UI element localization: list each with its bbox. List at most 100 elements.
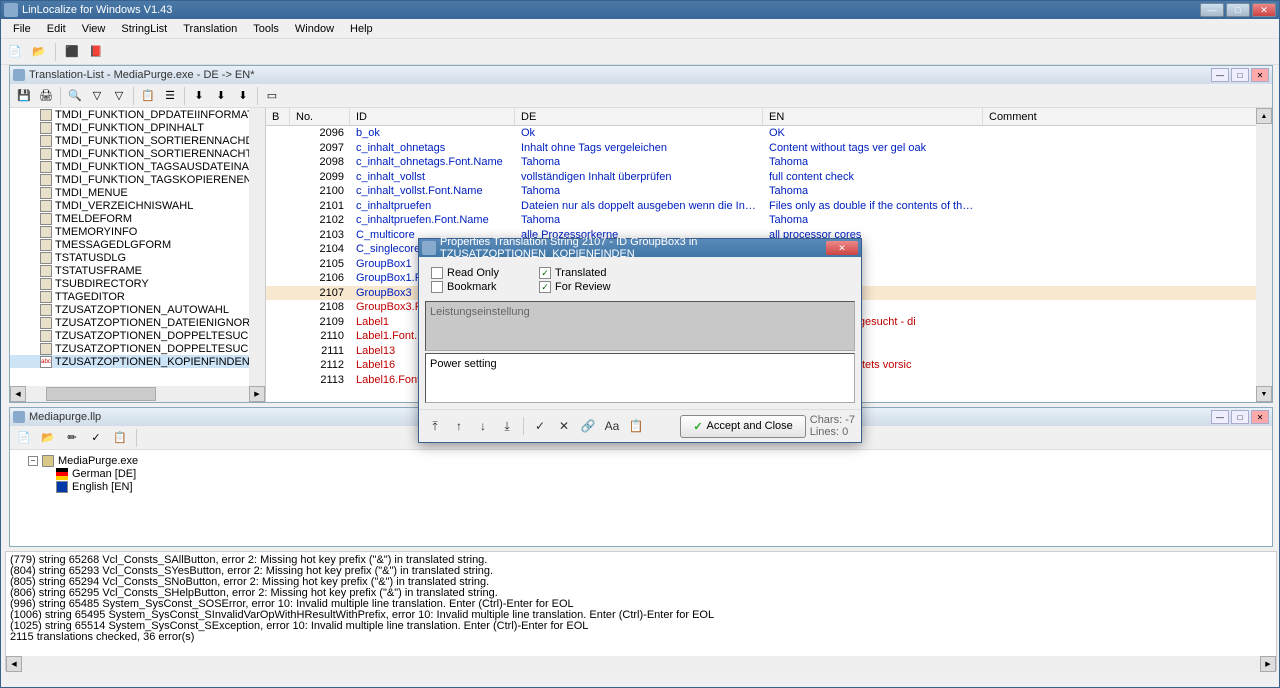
scroll-up-icon[interactable]: ▲ bbox=[1256, 108, 1272, 124]
project-minimize-button[interactable]: — bbox=[1211, 410, 1229, 424]
find-icon[interactable]: 🔍 bbox=[65, 86, 85, 106]
open-file-icon[interactable]: 📂 bbox=[29, 42, 49, 62]
tree-item[interactable]: TMDI_FUNKTION_DPDATEIINFORMATIONEN bbox=[10, 108, 249, 121]
column-header-id[interactable]: ID bbox=[350, 108, 515, 125]
translate3-icon[interactable]: ⬇ bbox=[233, 86, 253, 106]
target-text-area[interactable]: Power setting bbox=[425, 353, 855, 403]
doc-minimize-button[interactable]: — bbox=[1211, 68, 1229, 82]
scroll-left-icon[interactable]: ◀ bbox=[10, 386, 26, 402]
tree-item[interactable]: TZUSATZOPTIONEN_DOPPELTESUCHENAEHNLIC bbox=[10, 329, 249, 342]
proj-edit-icon[interactable]: ✏ bbox=[62, 428, 82, 448]
proj-new-icon[interactable]: 📄 bbox=[14, 428, 34, 448]
log-horizontal-scrollbar[interactable]: ◀ ▶ bbox=[6, 656, 1276, 672]
bookmark-checkbox[interactable] bbox=[431, 281, 443, 293]
filter2-icon[interactable]: ▽ bbox=[109, 86, 129, 106]
check-icon[interactable]: ✓ bbox=[530, 416, 550, 436]
move-first-icon[interactable]: ⤒ bbox=[425, 416, 445, 436]
scroll-right-icon[interactable]: ▶ bbox=[1260, 656, 1276, 672]
tree-item[interactable]: TMDI_FUNKTION_DPINHALT bbox=[10, 121, 249, 134]
column-header-de[interactable]: DE bbox=[515, 108, 763, 125]
tree-item[interactable]: TMDI_FUNKTION_SORTIERENNACHTAGS bbox=[10, 147, 249, 160]
minimize-button[interactable]: — bbox=[1200, 3, 1224, 17]
tree-item[interactable]: TSTATUSFRAME bbox=[10, 264, 249, 277]
tree-item[interactable]: TMDI_FUNKTION_TAGSKOPIERENENTFERNEN bbox=[10, 173, 249, 186]
project-lang-item[interactable]: English [EN] bbox=[14, 480, 1268, 493]
tree-item[interactable]: TTAGEDITOR bbox=[10, 290, 249, 303]
proj-open-icon[interactable]: 📂 bbox=[38, 428, 58, 448]
project-root-item[interactable]: − MediaPurge.exe bbox=[14, 454, 1268, 467]
table-row[interactable]: 2102c_inhaltpruefen.Font.NameTahomaTahom… bbox=[266, 213, 1272, 228]
forreview-checkbox-row[interactable]: ✓ For Review bbox=[539, 281, 611, 293]
tree-item[interactable]: abcTZUSATZOPTIONEN_KOPIENFINDEN bbox=[10, 355, 249, 368]
case-icon[interactable]: Aa bbox=[602, 416, 622, 436]
scroll-down-icon[interactable]: ▼ bbox=[1256, 386, 1272, 402]
tree-item[interactable]: TSUBDIRECTORY bbox=[10, 277, 249, 290]
table-vertical-scrollbar[interactable]: ▲ ▼ bbox=[1256, 108, 1272, 402]
copy-icon[interactable]: 📋 bbox=[138, 86, 158, 106]
menu-help[interactable]: Help bbox=[342, 21, 381, 37]
table-row[interactable]: 2100c_inhalt_vollst.Font.NameTahomaTahom… bbox=[266, 184, 1272, 199]
project-close-button[interactable]: ✕ bbox=[1251, 410, 1269, 424]
move-up-icon[interactable]: ↑ bbox=[449, 416, 469, 436]
accept-and-close-button[interactable]: ✓ Accept and Close bbox=[680, 415, 805, 438]
menu-stringlist[interactable]: StringList bbox=[113, 21, 175, 37]
new-file-icon[interactable]: 📄 bbox=[5, 42, 25, 62]
tree-item[interactable]: TMEMORYINFO bbox=[10, 225, 249, 238]
exe-icon[interactable]: ⬛ bbox=[62, 42, 82, 62]
column-header-en[interactable]: EN bbox=[763, 108, 983, 125]
close-button[interactable]: ✕ bbox=[1252, 3, 1276, 17]
cancel-icon[interactable]: ✕ bbox=[554, 416, 574, 436]
tree-item[interactable]: TMDI_VERZEICHNISWAHL bbox=[10, 199, 249, 212]
dialog-close-button[interactable]: ✕ bbox=[826, 241, 858, 255]
table-row[interactable]: 2096b_okOkOK bbox=[266, 126, 1272, 141]
scrollbar-thumb[interactable] bbox=[46, 387, 156, 401]
maximize-button[interactable]: □ bbox=[1226, 3, 1250, 17]
scroll-left-icon[interactable]: ◀ bbox=[6, 656, 22, 672]
readonly-checkbox[interactable] bbox=[431, 267, 443, 279]
expand-icon[interactable]: − bbox=[28, 456, 38, 466]
table-row[interactable]: 2101c_inhaltpruefenDateien nur als doppe… bbox=[266, 199, 1272, 214]
translated-checkbox-row[interactable]: ✓ Translated bbox=[539, 267, 611, 279]
tree-item[interactable]: TMDI_FUNKTION_TAGSAUSDATEINAMEN bbox=[10, 160, 249, 173]
filter-icon[interactable]: ▽ bbox=[87, 86, 107, 106]
table-row[interactable]: 2099c_inhalt_vollstvollständigen Inhalt … bbox=[266, 170, 1272, 185]
link-icon[interactable]: 🔗 bbox=[578, 416, 598, 436]
doc-close-button[interactable]: ✕ bbox=[1251, 68, 1269, 82]
tree-horizontal-scrollbar[interactable]: ◀ ▶ bbox=[10, 386, 265, 402]
move-down-icon[interactable]: ↓ bbox=[473, 416, 493, 436]
tree-vertical-scrollbar[interactable] bbox=[249, 108, 265, 386]
clipboard-icon[interactable]: 📋 bbox=[626, 416, 646, 436]
tree-item[interactable]: TMDI_FUNKTION_SORTIERENNACHDATEINAMEN bbox=[10, 134, 249, 147]
project-tree[interactable]: − MediaPurge.exe German [DE]English [EN] bbox=[10, 450, 1272, 497]
column-header-comment[interactable]: Comment bbox=[983, 108, 1272, 125]
menu-window[interactable]: Window bbox=[287, 21, 342, 37]
list-icon[interactable]: ☰ bbox=[160, 86, 180, 106]
tree-item[interactable]: TZUSATZOPTIONEN_DATEIENIGNORIEREN bbox=[10, 316, 249, 329]
menu-edit[interactable]: Edit bbox=[39, 21, 74, 37]
menu-file[interactable]: File bbox=[5, 21, 39, 37]
table-row[interactable]: 2098c_inhalt_ohnetags.Font.NameTahomaTah… bbox=[266, 155, 1272, 170]
doc-maximize-button[interactable]: □ bbox=[1231, 68, 1249, 82]
scroll-right-icon[interactable]: ▶ bbox=[249, 386, 265, 402]
column-header-b[interactable]: B bbox=[266, 108, 290, 125]
bookmark-checkbox-row[interactable]: Bookmark bbox=[431, 281, 499, 293]
tree-item[interactable]: TZUSATZOPTIONEN_DOPPELTESUCHENAFP bbox=[10, 342, 249, 355]
forreview-checkbox[interactable]: ✓ bbox=[539, 281, 551, 293]
tree-item[interactable]: TSTATUSDLG bbox=[10, 251, 249, 264]
tree-list[interactable]: TMDI_FUNKTION_DPDATEIINFORMATIONENTMDI_F… bbox=[10, 108, 249, 368]
menu-translation[interactable]: Translation bbox=[175, 21, 245, 37]
translate2-icon[interactable]: ⬇ bbox=[211, 86, 231, 106]
tree-item[interactable]: TMELDEFORM bbox=[10, 212, 249, 225]
project-lang-item[interactable]: German [DE] bbox=[14, 467, 1268, 480]
column-header-no[interactable]: No. bbox=[290, 108, 350, 125]
move-last-icon[interactable]: ⤓ bbox=[497, 416, 517, 436]
project-maximize-button[interactable]: □ bbox=[1231, 410, 1249, 424]
book-icon[interactable]: 📕 bbox=[86, 42, 106, 62]
log-body[interactable]: (779) string 65268 Vcl_Consts_SAllButton… bbox=[6, 552, 1276, 656]
readonly-checkbox-row[interactable]: Read Only bbox=[431, 267, 499, 279]
menu-view[interactable]: View bbox=[74, 21, 114, 37]
save-icon[interactable]: 💾 bbox=[14, 86, 34, 106]
tree-item[interactable]: TMDI_MENUE bbox=[10, 186, 249, 199]
translated-checkbox[interactable]: ✓ bbox=[539, 267, 551, 279]
tree-item[interactable]: TMESSAGEDLGFORM bbox=[10, 238, 249, 251]
